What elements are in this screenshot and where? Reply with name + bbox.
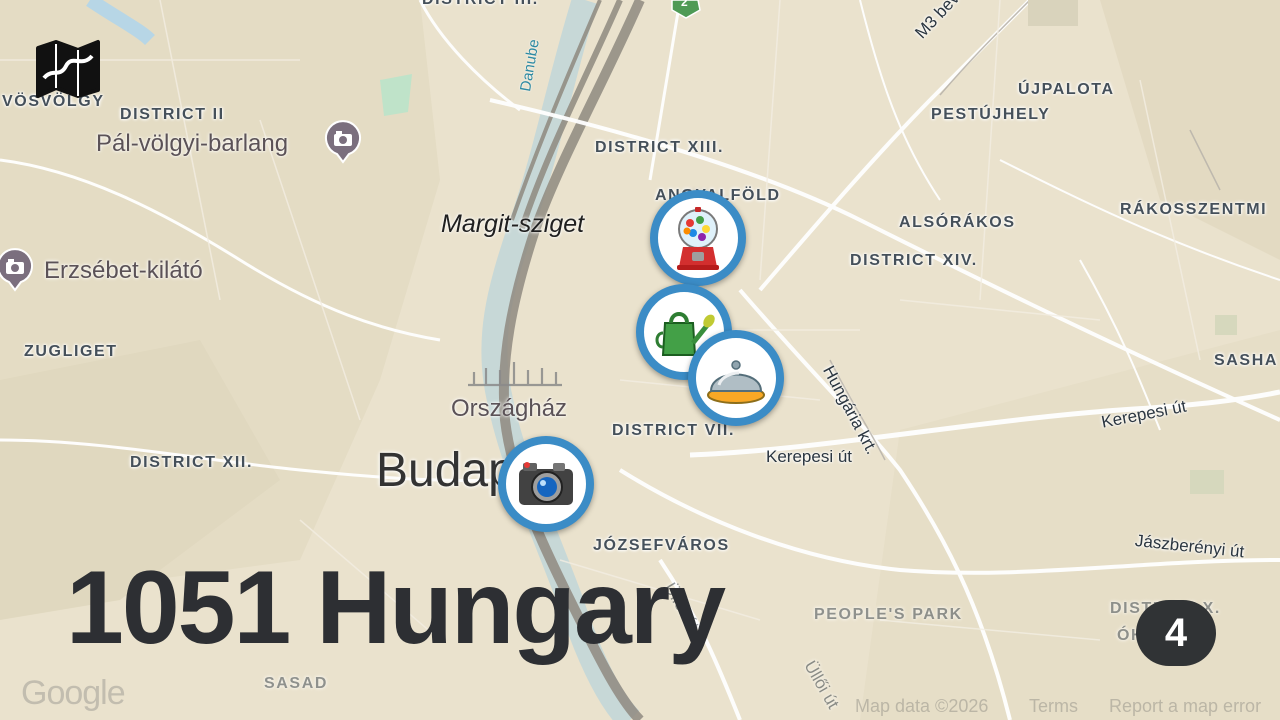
- report-map-error-link[interactable]: Report a map error: [1109, 696, 1261, 717]
- district-label: DISTRICT VII.: [612, 422, 736, 439]
- district-label: DISTRICT XIV.: [850, 252, 978, 269]
- photo-spot-pin[interactable]: [0, 248, 34, 292]
- location-headline: 1051 Hungary: [66, 550, 726, 666]
- district-label: ZUGLIGET: [24, 343, 118, 360]
- district-label: PESTÚJHELY: [931, 106, 1051, 123]
- poi-label[interactable]: Pál-völgyi-barlang: [96, 132, 288, 156]
- cloche-marker[interactable]: [688, 330, 784, 426]
- district-label: DISTRICT XIII.: [595, 139, 725, 156]
- district-label: SASHA: [1214, 352, 1279, 369]
- route-shield-label: 2: [681, 0, 688, 9]
- poi-label[interactable]: Országház: [451, 397, 567, 421]
- district-label: ÚJPALOTA: [1018, 81, 1115, 98]
- terms-link[interactable]: Terms: [1029, 696, 1078, 717]
- camera-icon: [519, 462, 573, 505]
- map-logo-icon[interactable]: [34, 38, 102, 100]
- marker-count-badge[interactable]: 4: [1136, 600, 1216, 666]
- gumball-machine-icon: [677, 207, 719, 270]
- map-data-attribution: Map data ©2026: [855, 696, 989, 716]
- district-label: SASAD: [264, 675, 329, 692]
- district-label: PEOPLE'S PARK: [814, 606, 963, 623]
- camera-marker[interactable]: [498, 436, 594, 532]
- road-label: Kerepesi út: [766, 447, 852, 466]
- island-label: Margit-sziget: [441, 210, 585, 238]
- poi-label[interactable]: Erzsébet-kilátó: [44, 259, 203, 283]
- google-logo: Google: [21, 674, 126, 712]
- district-label: ALSÓRÁKOS: [899, 214, 1016, 231]
- district-label: DISTRICT III.: [422, 0, 539, 8]
- district-label: RÁKOSSZENTMI: [1120, 201, 1268, 218]
- gumball-machine-marker[interactable]: [650, 190, 746, 286]
- cloche-icon: [707, 360, 765, 404]
- photo-spot-pin[interactable]: [324, 120, 362, 164]
- district-label: DISTRICT II: [120, 106, 225, 123]
- district-label: DISTRICT XII.: [130, 454, 254, 471]
